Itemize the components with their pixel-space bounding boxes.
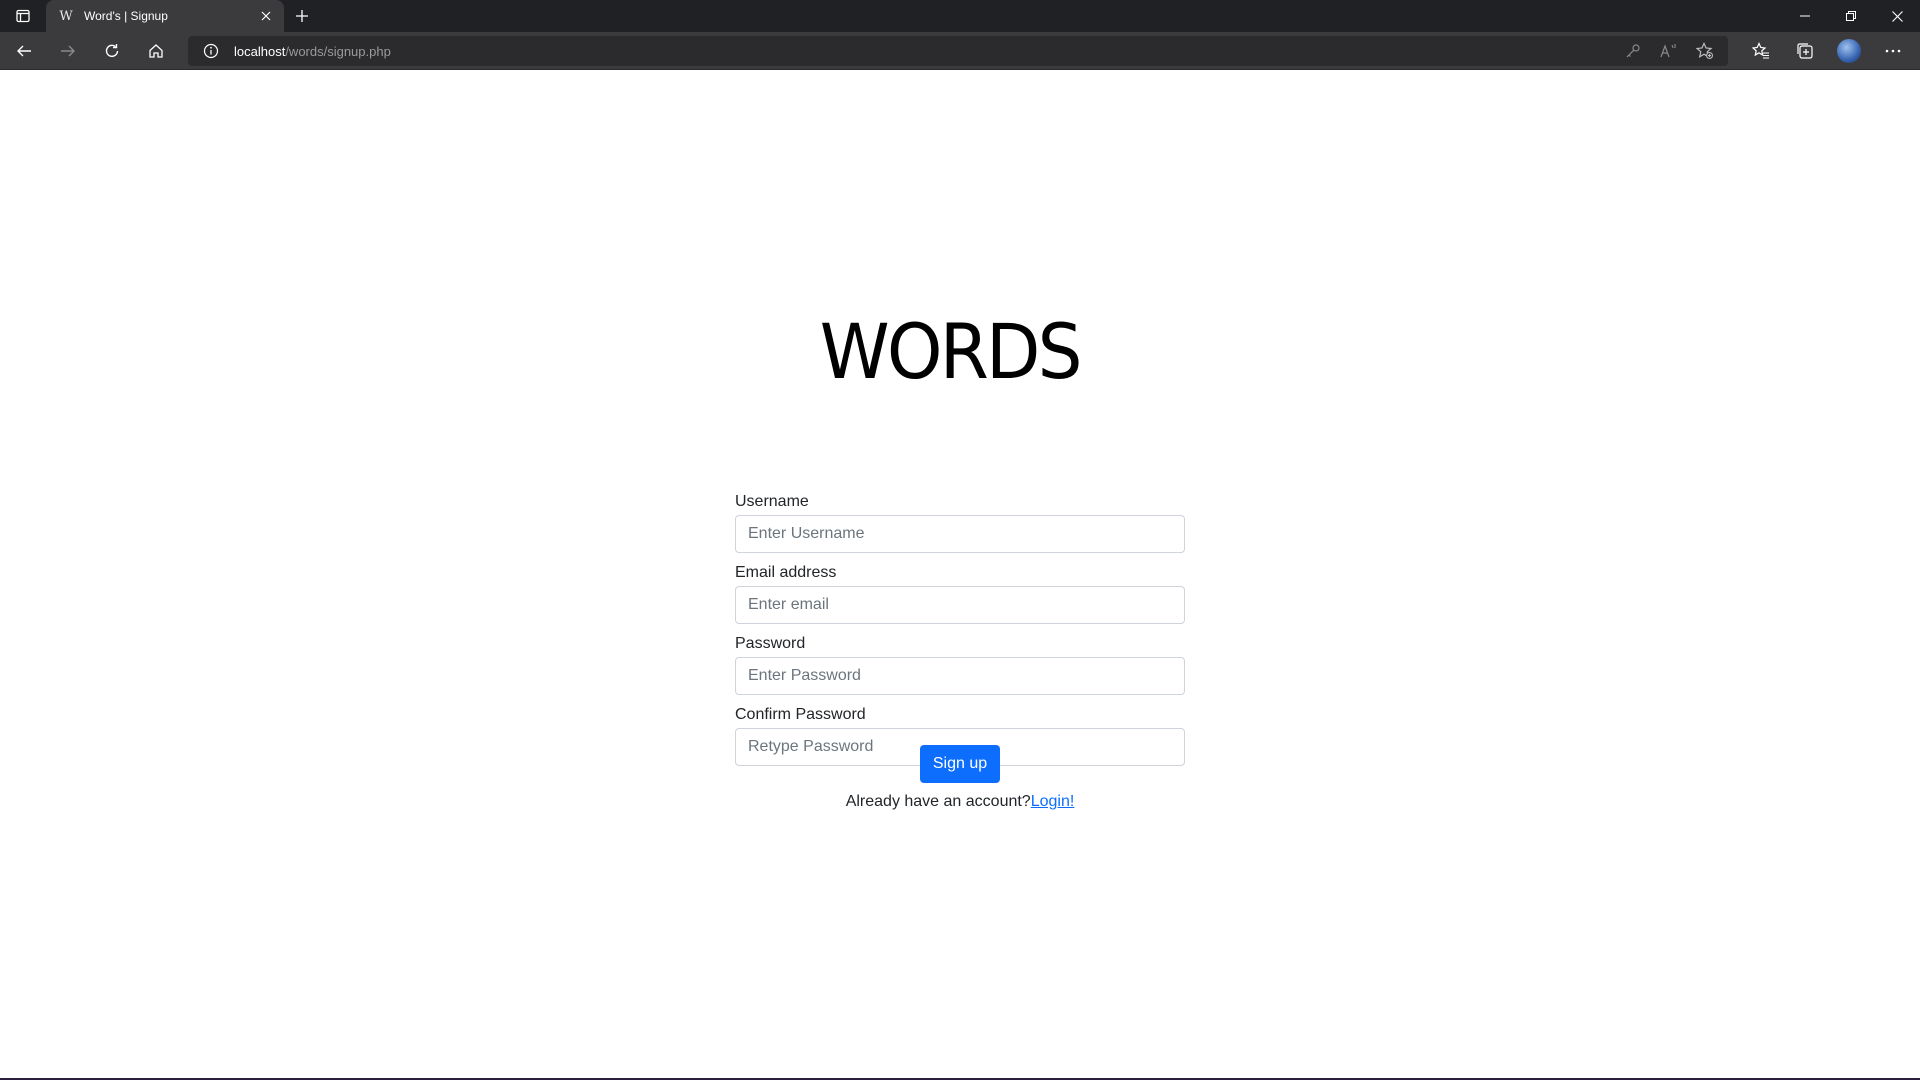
minimize-icon	[1800, 15, 1810, 17]
restore-icon	[1846, 11, 1856, 21]
tab-actions-button[interactable]	[0, 0, 46, 32]
confirm-password-label: Confirm Password	[735, 706, 866, 723]
collections-icon	[1797, 43, 1813, 59]
site-logo: WORDS	[820, 307, 1083, 396]
back-button[interactable]	[4, 35, 44, 67]
submit-wrap: Sign up	[920, 745, 1000, 783]
close-icon	[1891, 10, 1903, 22]
avatar	[1837, 39, 1861, 63]
username-label: Username	[735, 493, 809, 510]
password-input[interactable]	[735, 657, 1185, 695]
home-icon	[149, 43, 163, 58]
new-tab-button[interactable]	[284, 0, 320, 32]
email-input[interactable]	[735, 586, 1185, 624]
password-label: Password	[735, 635, 806, 652]
logo-text: WORDS	[820, 306, 1083, 396]
close-icon	[261, 11, 271, 21]
tab-close-button[interactable]	[258, 8, 274, 24]
plus-icon	[296, 10, 308, 22]
read-aloud-button[interactable]	[1656, 38, 1682, 64]
password-group: Password	[735, 634, 1185, 695]
login-link[interactable]: Login!	[1031, 793, 1075, 810]
more-icon	[1885, 49, 1901, 53]
password-key-button[interactable]	[1620, 38, 1646, 64]
url-path: /words/signup.php	[285, 43, 391, 59]
forward-button[interactable]	[48, 35, 88, 67]
login-prompt: Already have an account?Login!	[0, 793, 1920, 811]
email-group: Email address	[735, 563, 1185, 624]
profile-button[interactable]	[1832, 34, 1866, 68]
url-host: localhost	[234, 43, 286, 59]
tab-title: Word's | Signup	[84, 9, 168, 23]
back-arrow-icon	[17, 45, 31, 56]
browser-tab[interactable]: W Word's | Signup	[46, 0, 284, 32]
tab-actions-icon	[16, 9, 30, 23]
minimize-button[interactable]	[1782, 0, 1828, 32]
email-label: Email address	[735, 564, 837, 581]
add-favorite-button[interactable]	[1692, 38, 1718, 64]
star-plus-icon	[1696, 42, 1713, 59]
restore-button[interactable]	[1828, 0, 1874, 32]
read-aloud-icon	[1660, 44, 1676, 58]
browser-titlebar: W Word's | Signup	[0, 0, 1920, 32]
home-button[interactable]	[136, 35, 176, 67]
tab-favicon: W	[59, 8, 73, 24]
username-input[interactable]	[735, 515, 1185, 553]
favorites-list-icon	[1752, 42, 1769, 59]
settings-menu-button[interactable]	[1876, 34, 1910, 68]
close-window-button[interactable]	[1874, 0, 1920, 32]
info-icon	[203, 43, 219, 59]
collections-button[interactable]	[1788, 34, 1822, 68]
refresh-icon	[105, 43, 119, 57]
browser-toolbar: localhost/words/signup.php	[0, 32, 1920, 70]
address-bar[interactable]: localhost/words/signup.php	[188, 36, 1728, 66]
username-group: Username	[735, 492, 1185, 553]
favorites-button[interactable]	[1744, 34, 1778, 68]
forward-arrow-icon	[61, 45, 75, 56]
site-info-button[interactable]	[202, 42, 220, 60]
key-icon	[1626, 44, 1640, 58]
refresh-button[interactable]	[92, 35, 132, 67]
signup-form: Username Email address Password Confirm …	[735, 492, 1185, 776]
login-prompt-text: Already have an account?	[845, 793, 1031, 810]
sign-up-button[interactable]: Sign up	[920, 745, 1000, 783]
